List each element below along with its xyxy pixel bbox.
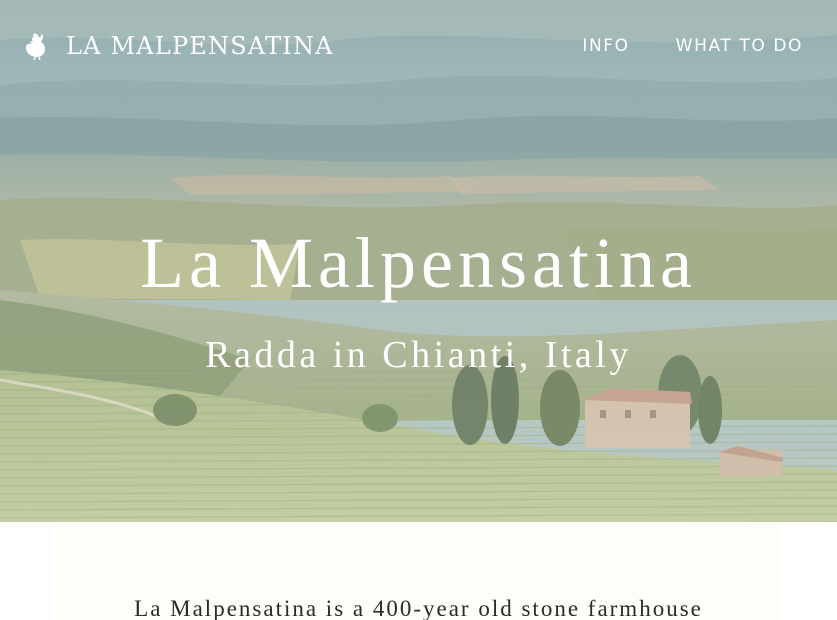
top-navigation: LA MALPENSATINA INFO WHAT TO DO <box>0 0 837 92</box>
nav-link-info[interactable]: INFO <box>582 36 629 56</box>
nav-links: INFO WHAT TO DO <box>582 36 803 56</box>
content-section: La Malpensatina is a 400-year old stone … <box>0 522 837 620</box>
hero-subtitle: Radda in Chianti, Italy <box>205 334 632 376</box>
rooster-icon <box>25 33 45 60</box>
hero-title: La Malpensatina <box>140 223 697 303</box>
brand-name: LA MALPENSATINA <box>66 32 334 60</box>
intro-paragraph: La Malpensatina is a 400-year old stone … <box>134 596 703 620</box>
hero-section: LA MALPENSATINA INFO WHAT TO DO La Malpe… <box>0 0 837 522</box>
nav-link-what-to-do[interactable]: WHAT TO DO <box>676 36 803 56</box>
page: LA MALPENSATINA INFO WHAT TO DO La Malpe… <box>0 0 837 620</box>
brand-logo-link[interactable]: LA MALPENSATINA <box>22 30 334 62</box>
